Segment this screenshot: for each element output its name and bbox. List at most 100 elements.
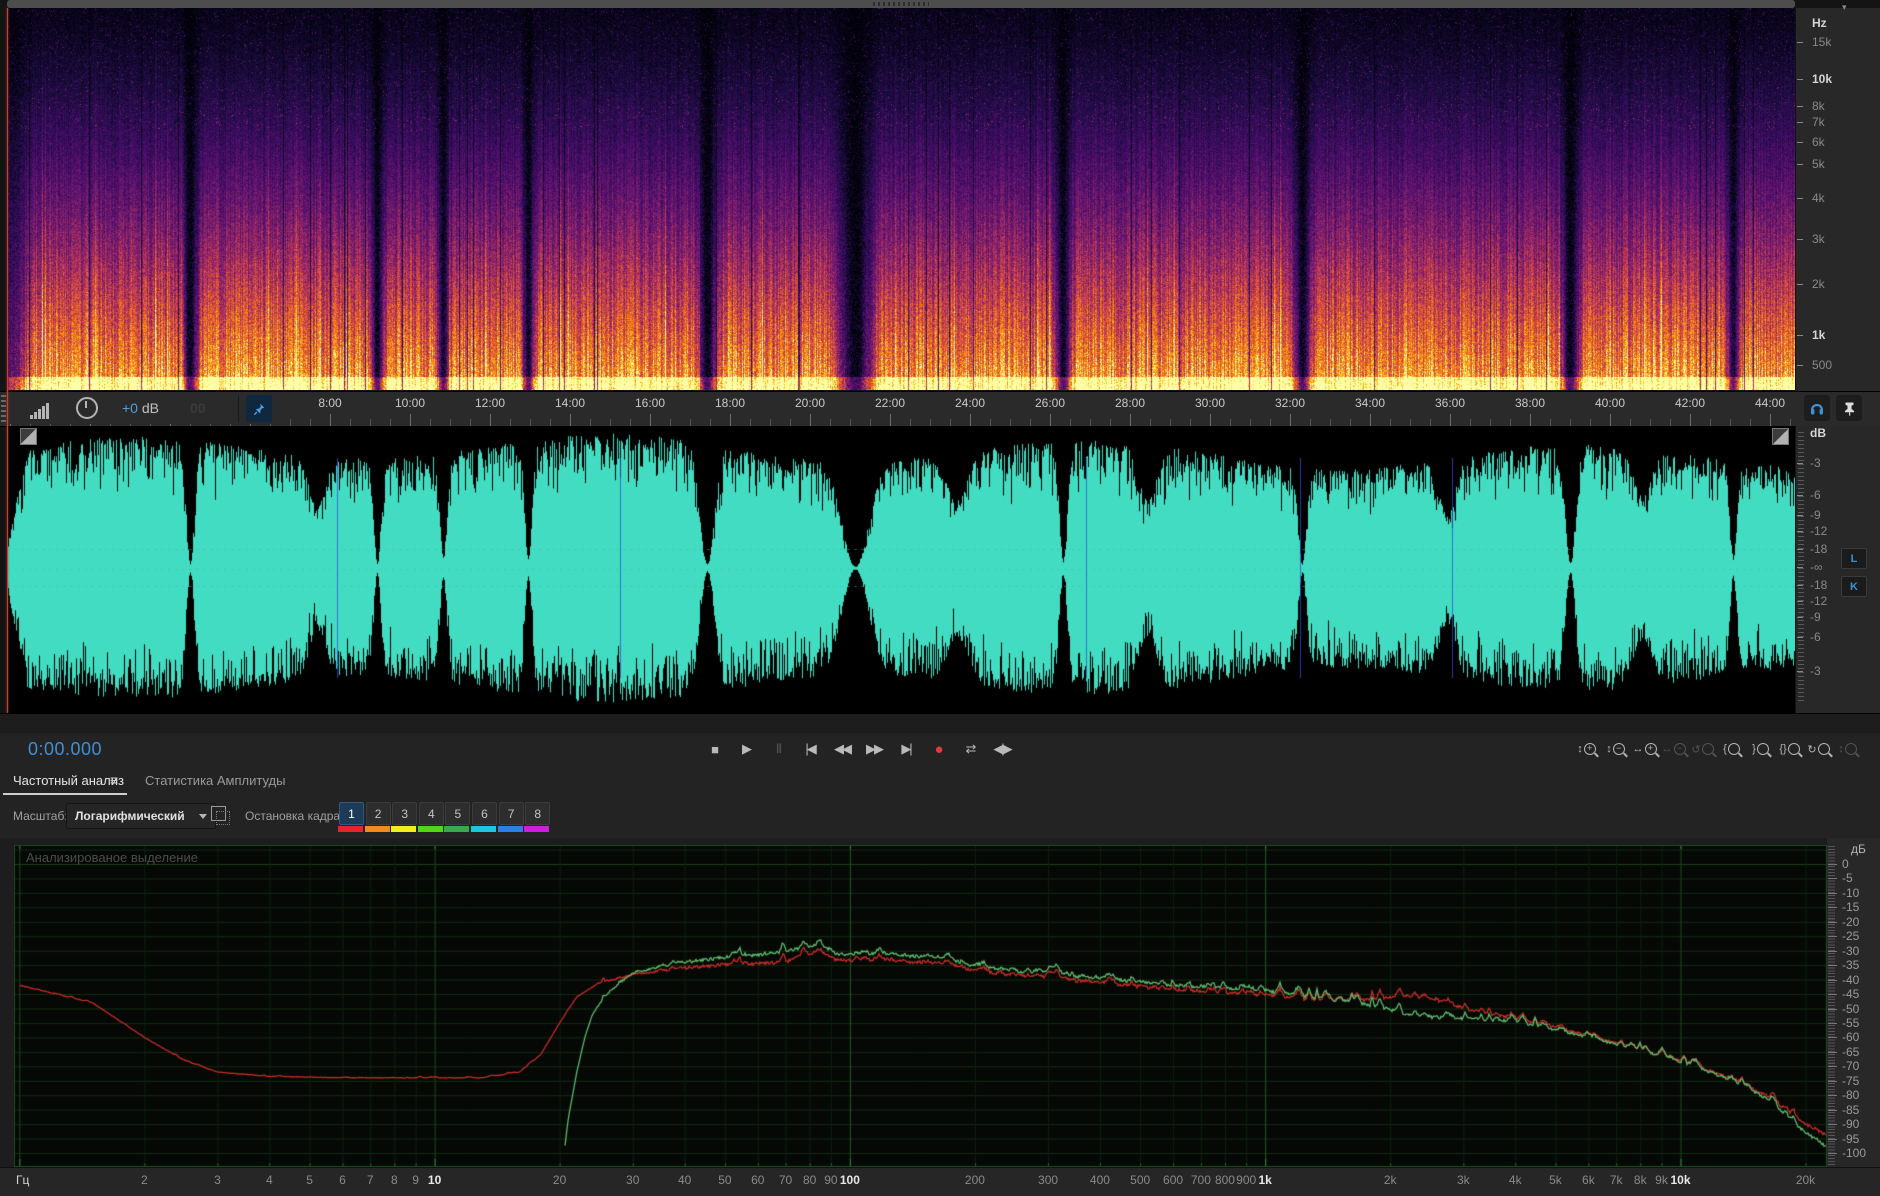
frequency-tick-mark <box>1797 198 1803 199</box>
panel-menu-icon[interactable]: ≡ <box>110 772 118 788</box>
y-tick-label: -40 <box>1842 972 1860 987</box>
hold-button-4[interactable]: 4 <box>418 802 444 825</box>
playhead[interactable] <box>7 8 8 713</box>
magnifier-icon <box>1727 743 1740 755</box>
hold-button-2[interactable]: 2 <box>365 802 391 825</box>
channel-button-l[interactable]: L <box>1841 548 1867 569</box>
amplitude-tick-mark <box>1797 495 1803 496</box>
clock-icon[interactable] <box>76 397 98 419</box>
audio-editor-window: { "colors": { "accent_blue": "#3f8fd4", … <box>0 0 1880 1196</box>
amplitude-tick-mark <box>1797 549 1803 550</box>
x-tick-label: 10 <box>427 1173 442 1187</box>
panel-tab-bar: Частотный анализ ≡ Статистика Амплитуды <box>0 767 1880 796</box>
waveform-display[interactable] <box>7 426 1795 713</box>
hold-button-1[interactable]: 1 <box>339 802 364 825</box>
zoom-in-horizontal-button[interactable]: ↔ + <box>1632 737 1657 761</box>
scrollbar-grip-icon[interactable] <box>873 2 929 6</box>
spectral-split-handle-right[interactable] <box>1772 428 1789 445</box>
x-tick-label: 4 <box>265 1173 273 1187</box>
y-tick-label: -35 <box>1842 958 1860 973</box>
hold-color-bar <box>444 826 470 832</box>
y-tick-mark <box>1828 1066 1837 1068</box>
hold-button-5[interactable]: 5 <box>445 802 471 825</box>
copy-graph-icon[interactable] <box>211 806 230 825</box>
monitoring-button[interactable] <box>1804 395 1830 421</box>
hold-button-6[interactable]: 6 <box>472 802 497 825</box>
timed-record-button[interactable]: ↻ <box>1806 737 1831 761</box>
ruler-time-label: 12:00 <box>474 396 506 410</box>
zoom-navigator-scrollbar[interactable] <box>7 0 1795 8</box>
scale-scroll-up-icon[interactable]: ▾ <box>1842 2 1847 13</box>
zoom-out-horizontal-button[interactable]: ↔ − <box>1661 737 1686 761</box>
amplitude-tick-label: -9 <box>1810 508 1821 522</box>
frequency-chart[interactable] <box>14 845 1827 1167</box>
zoom-in-vertical-button[interactable]: ↕ + <box>1574 737 1599 761</box>
x-tick-label: 2k <box>1383 1173 1397 1187</box>
ruler-time-label: 14:00 <box>554 396 586 410</box>
hold-button-8[interactable]: 8 <box>525 802 551 825</box>
hold-button-3[interactable]: 3 <box>392 802 418 825</box>
gain-readout[interactable]: +0 dB <box>122 400 159 416</box>
zoom-out-point-button[interactable]: } <box>1748 737 1773 761</box>
amplitude-tick-label: -3 <box>1810 664 1821 678</box>
ruler-time-label: 34:00 <box>1354 396 1386 410</box>
time-display[interactable]: 0:00.000 <box>28 739 102 760</box>
tab-amplitude-statistics[interactable]: Статистика Амплитуды <box>145 773 285 788</box>
x-tick-label: 20 <box>552 1173 567 1187</box>
x-tick-label: 50 <box>718 1173 732 1187</box>
skip-to-start-button[interactable]: |◀ <box>797 737 823 761</box>
pause-icon: Ⅱ <box>775 741 783 756</box>
y-axis-unit: дБ <box>1851 842 1866 856</box>
rewind-icon: ◀◀ <box>834 741 852 756</box>
loop-playback-button[interactable]: ⇄ <box>957 737 983 761</box>
modifier-glyph: ↕ <box>1838 743 1844 755</box>
ruler-time-label: 16:00 <box>634 396 666 410</box>
spectrogram-display[interactable] <box>7 8 1795 390</box>
timeline-toolbar: 4:006:008:0010:0012:0014:0016:0018:0020:… <box>0 391 1880 427</box>
ruler-time-label: 30:00 <box>1194 396 1226 410</box>
ruler-time-label: 28:00 <box>1114 396 1146 410</box>
y-tick-label: -75 <box>1842 1073 1860 1088</box>
zoom-out-vertical-button[interactable]: ↕ − <box>1603 737 1628 761</box>
amplitude-tick-mark <box>1797 585 1803 586</box>
x-tick-label: 30 <box>626 1173 640 1187</box>
y-tick-mark <box>1828 950 1837 952</box>
x-tick-label: 8k <box>1633 1173 1647 1187</box>
magnifier-icon <box>1817 743 1830 755</box>
pin-button[interactable] <box>246 395 272 422</box>
x-tick-label: 800 <box>1214 1173 1235 1187</box>
hold-button-7[interactable]: 7 <box>498 802 524 825</box>
spectral-split-handle[interactable] <box>20 428 37 445</box>
frequency-tick-mark <box>1797 142 1803 143</box>
zoom-in-point-button[interactable]: { <box>1719 737 1744 761</box>
zoom-selection-button[interactable]: {} <box>1777 737 1802 761</box>
tab-frequency-analysis[interactable]: Частотный анализ <box>13 773 124 788</box>
stop-button[interactable]: ■ <box>701 737 727 761</box>
record-button[interactable]: ● <box>925 737 951 761</box>
play-button[interactable]: ▶ <box>733 737 759 761</box>
y-tick-mark <box>1828 965 1837 967</box>
magnifier-icon: − <box>1612 743 1625 755</box>
amplitude-tick-label: -3 <box>1810 456 1821 470</box>
panel-grip-icon[interactable] <box>1 395 6 422</box>
fast-forward-button[interactable]: ▶▶ <box>861 737 887 761</box>
panel-divider <box>0 713 1880 734</box>
marker-button[interactable] <box>1836 395 1862 421</box>
scale-dropdown[interactable]: Логарифмический <box>66 803 216 829</box>
zoom-vertical-alt-button[interactable]: ↕ <box>1835 737 1860 761</box>
frequency-tick-mark <box>1797 122 1803 123</box>
levels-meter-icon[interactable] <box>30 399 50 419</box>
fast-forward-icon: ▶▶ <box>866 741 884 756</box>
amplitude-minor-ticks <box>1798 432 1804 704</box>
hold-color-bar <box>364 826 390 832</box>
amplitude-tick-label: -6 <box>1810 488 1821 502</box>
skip-selection-button[interactable]: ◀|▶ <box>989 737 1015 761</box>
y-tick-label: -65 <box>1842 1044 1860 1059</box>
y-tick-mark <box>1828 979 1837 981</box>
channel-button-k[interactable]: K <box>1841 576 1867 597</box>
frequency-tick-mark <box>1797 335 1803 336</box>
zoom-reset-button[interactable]: ↺ <box>1690 737 1715 761</box>
rewind-button[interactable]: ◀◀ <box>829 737 855 761</box>
skip-to-end-button[interactable]: ▶| <box>893 737 919 761</box>
pause-button[interactable]: Ⅱ <box>765 737 791 761</box>
